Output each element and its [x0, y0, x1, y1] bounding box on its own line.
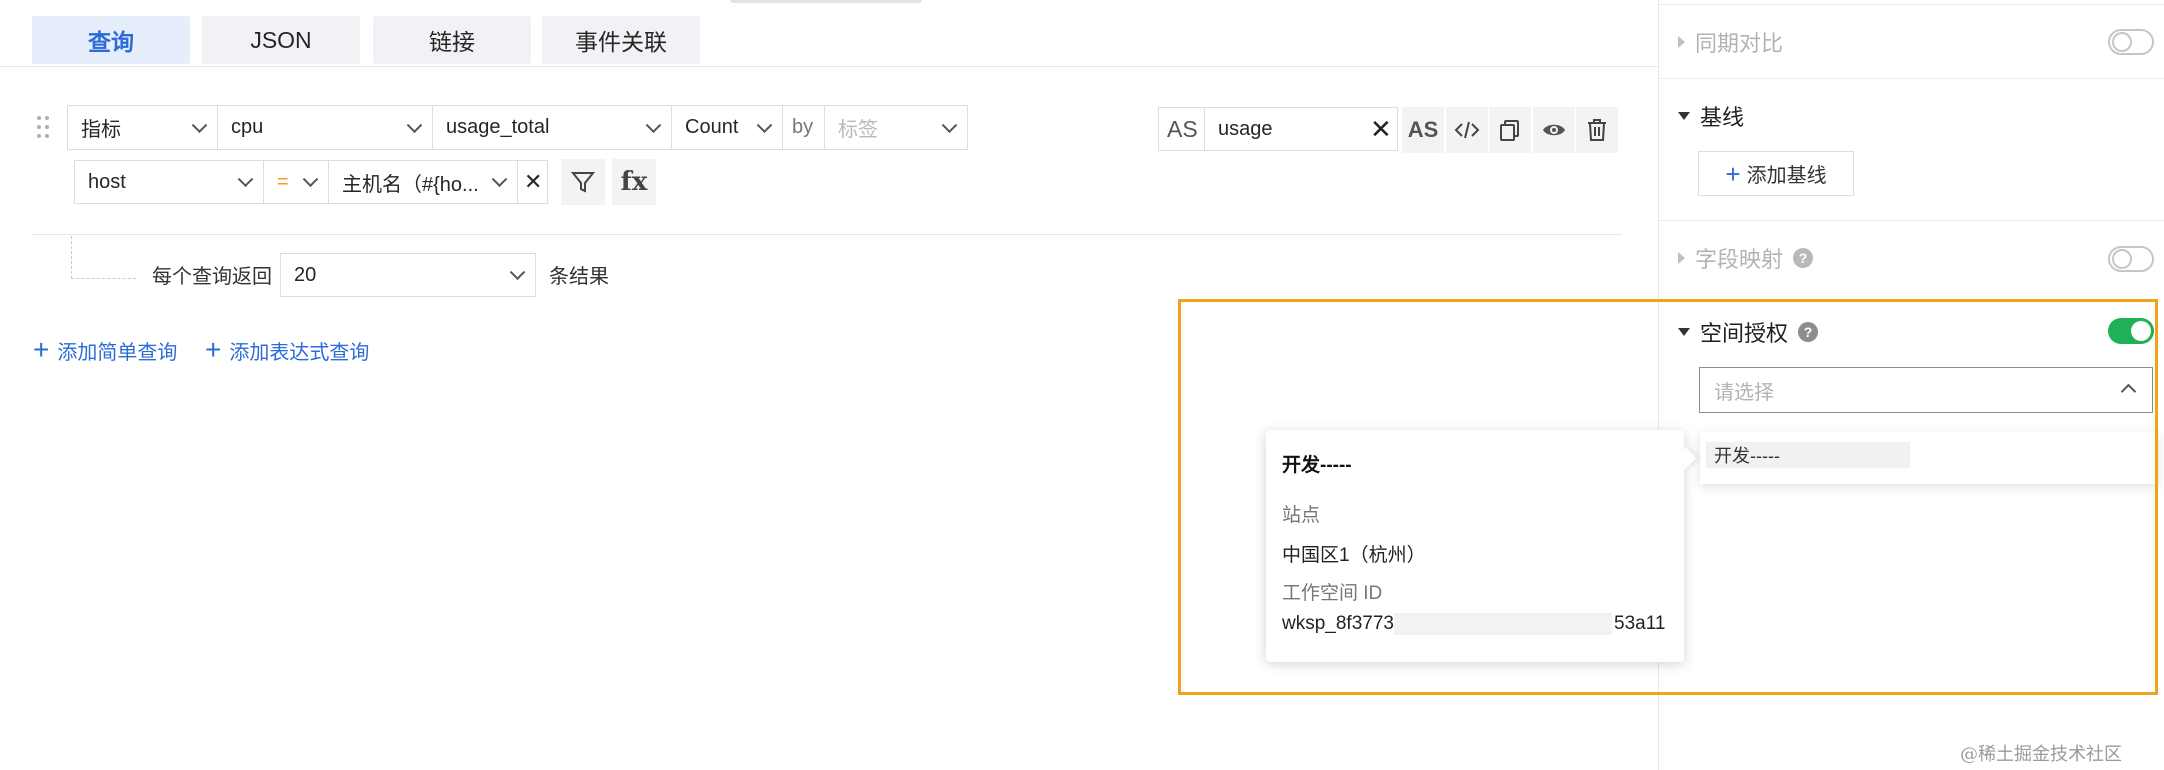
chevron-down-icon [756, 116, 773, 133]
tab-event-correlation[interactable]: 事件关联 [542, 16, 700, 64]
tag-placeholder: 标签 [838, 119, 878, 141]
baseline-header[interactable]: 基线 [1678, 100, 1744, 132]
query-type-value: 指标 [81, 119, 121, 141]
trash-icon[interactable] [1576, 107, 1618, 153]
as-text: AS [1167, 115, 1198, 142]
panel-divider [1658, 4, 2164, 5]
watermark: @稀土掘金技术社区 [1960, 744, 2122, 765]
site-label: 站点 [1282, 505, 1321, 526]
field-value: usage_total [446, 116, 550, 138]
workspace-id-prefix: wksp_8f3773 [1282, 613, 1394, 634]
chevron-down-icon [509, 264, 526, 281]
add-simple-query-label: 添加简单查询 [57, 341, 178, 364]
toggle-knob [2112, 249, 2132, 269]
field-mapping-header[interactable]: 字段映射? [1678, 242, 1814, 274]
period-compare-header[interactable]: 同期对比 [1678, 26, 1783, 58]
filter-key-select[interactable]: host [74, 160, 264, 204]
filter-value-text: 主机名（#{ho... [342, 173, 479, 196]
help-icon[interactable]: ? [1793, 248, 1814, 268]
tree-line [71, 278, 136, 279]
chevron-down-icon [191, 116, 208, 133]
plus-icon: + [205, 334, 222, 365]
code-icon[interactable] [1446, 107, 1488, 153]
alias-input[interactable]: usage [1204, 107, 1398, 151]
add-baseline-button[interactable]: + 添加基线 [1698, 151, 1854, 196]
top-drag-handle [730, 0, 922, 3]
copy-icon[interactable] [1489, 107, 1531, 153]
aggregation-select[interactable]: Count [671, 105, 783, 150]
aggregation-value: Count [685, 116, 739, 138]
workspace-id-label: 工作空间 ID [1282, 583, 1383, 604]
filter-value-select[interactable]: 主机名（#{ho... [328, 160, 518, 204]
add-baseline-label: 添加基线 [1746, 165, 1827, 187]
tab-link[interactable]: 链接 [373, 16, 531, 64]
chevron-down-icon [406, 116, 423, 133]
tab-query[interactable]: 查询 [32, 16, 190, 64]
as-toggle-icon[interactable]: AS [1402, 107, 1444, 153]
plus-icon: + [33, 334, 50, 365]
query-divider [32, 234, 1622, 235]
measurement-select[interactable]: cpu [217, 105, 433, 150]
alias-value: usage [1218, 117, 1273, 140]
measurement-value: cpu [231, 116, 264, 138]
popover-title: 开发----- [1282, 455, 1352, 476]
workspace-id-suffix: 53a11 [1614, 613, 1666, 634]
by-label: by [782, 105, 825, 150]
panel-divider [1658, 220, 2164, 221]
redacted-block [1394, 613, 1612, 635]
tabs-divider [0, 66, 1658, 67]
period-compare-toggle[interactable] [2108, 29, 2154, 55]
tag-select[interactable]: 标签 [824, 105, 968, 150]
baseline-label: 基线 [1700, 105, 1745, 130]
as-label: AS [1158, 107, 1205, 151]
caret-down-icon [1678, 112, 1690, 120]
site-value: 中国区1（杭州） [1282, 545, 1426, 566]
field-select[interactable]: usage_total [432, 105, 672, 150]
limit-suffix: 条结果 [549, 265, 609, 288]
toggle-knob [2112, 32, 2132, 52]
function-icon[interactable]: fx [612, 159, 656, 205]
filter-icon[interactable] [561, 159, 605, 205]
query-type-select[interactable]: 指标 [67, 105, 218, 150]
filter-operator-select[interactable]: = [263, 160, 329, 204]
eye-icon[interactable] [1533, 107, 1575, 153]
tree-line [71, 236, 72, 279]
filter-operator-value: = [277, 170, 289, 193]
caret-right-icon [1678, 36, 1685, 48]
add-expression-query-label: 添加表达式查询 [229, 341, 370, 364]
filter-key-value: host [88, 170, 126, 193]
workspace-popover: 开发----- 站点 中国区1（杭州） 工作空间 ID wksp_8f3773 … [1266, 430, 1697, 662]
chevron-down-icon [302, 171, 319, 188]
chevron-down-icon [645, 116, 662, 133]
tab-json[interactable]: JSON [202, 16, 360, 64]
limit-value: 20 [294, 263, 317, 286]
field-mapping-label: 字段映射 [1695, 247, 1784, 272]
panel-divider [1658, 78, 2164, 79]
limit-label: 每个查询返回 [152, 265, 272, 288]
limit-select[interactable]: 20 [280, 253, 536, 297]
plus-icon: + [1725, 158, 1741, 189]
drag-handle-icon[interactable] [36, 115, 50, 139]
clear-alias-icon[interactable]: ✕ [1370, 114, 1394, 144]
field-mapping-toggle[interactable] [2108, 246, 2154, 272]
remove-filter-icon[interactable]: ✕ [517, 160, 548, 204]
chevron-down-icon [237, 171, 254, 188]
add-expression-query-link[interactable]: + 添加表达式查询 [205, 332, 369, 368]
period-compare-label: 同期对比 [1695, 31, 1784, 56]
chevron-down-icon [941, 116, 958, 133]
add-simple-query-link[interactable]: + 添加简单查询 [33, 332, 177, 368]
caret-right-icon [1678, 252, 1685, 264]
chevron-down-icon [491, 171, 508, 188]
by-text: by [792, 116, 814, 138]
